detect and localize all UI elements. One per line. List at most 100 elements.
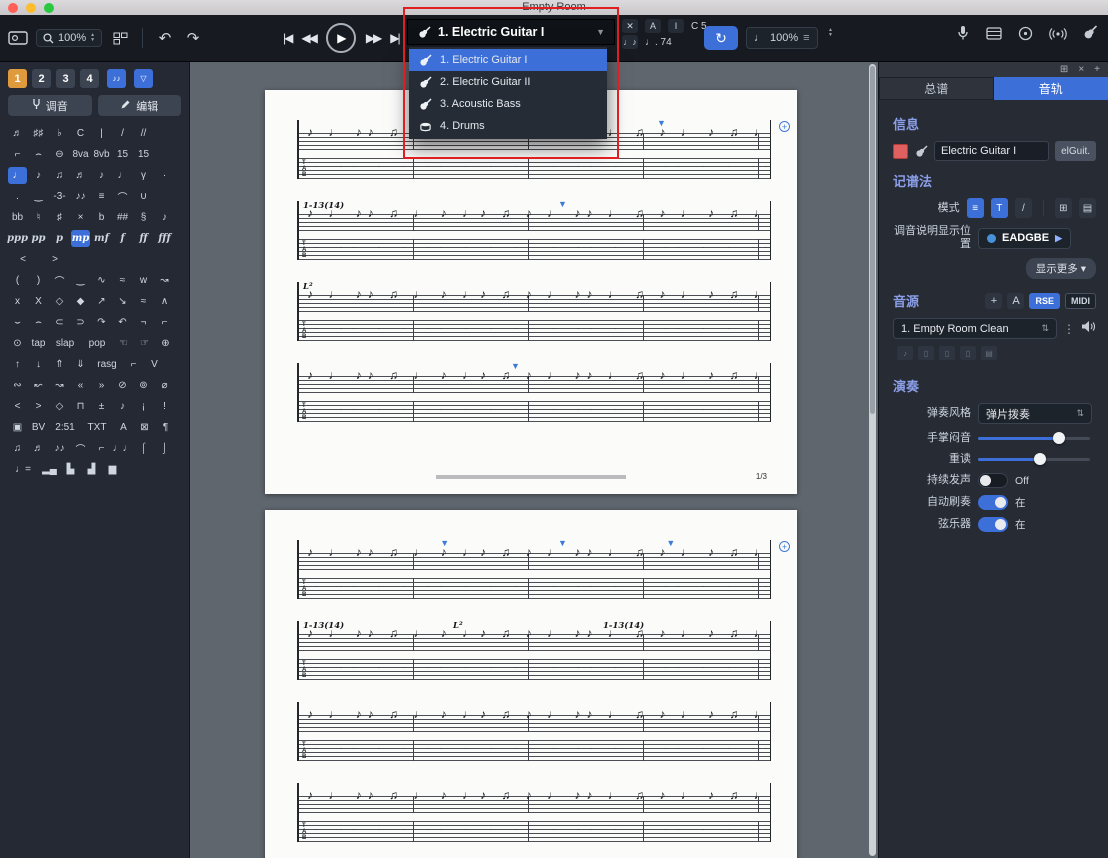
- palette-symbol[interactable]: ‿: [29, 188, 48, 205]
- palette-symbol[interactable]: ×: [71, 209, 90, 226]
- redo-button[interactable]: ↷: [183, 27, 203, 49]
- staff-system[interactable]: ▼♪ ♩ ♪♪ ♫ ♩ ♪ ♩♪ ♫ ♪ ♩ ♪♪ ♩ ♫ ♪ ♩ ♪ ♫ ♩T…: [297, 363, 771, 422]
- palette-symbol[interactable]: ⌣: [8, 314, 27, 331]
- palette-symbol[interactable]: tap: [29, 335, 48, 352]
- palette-symbol[interactable]: ↶: [113, 314, 132, 331]
- score-page[interactable]: ▼▼▼+♪ ♩ ♪♪ ♫ ♩ ♪ ♩♪ ♫ ♪ ♩ ♪♪ ♩ ♫ ♪ ♩ ♪ ♫…: [265, 510, 797, 858]
- palette-symbol[interactable]: !: [155, 398, 174, 415]
- add-sound-button[interactable]: +: [985, 293, 1002, 309]
- slider[interactable]: [978, 431, 1090, 445]
- rse-button[interactable]: RSE: [1029, 293, 1060, 309]
- palette-symbol[interactable]: ⇑: [50, 356, 69, 373]
- palette-symbol[interactable]: -3-: [50, 188, 69, 205]
- score-area[interactable]: ▼+♪ ♩ ♪♪ ♫ ♩ ♪ ♩♪ ♫ ♪ ♩ ♪♪ ♩ ♫ ♪ ♩ ♪ ♫ ♩…: [190, 62, 878, 858]
- line-in-mic-icon[interactable]: [956, 25, 970, 41]
- score-page[interactable]: ▼+♪ ♩ ♪♪ ♫ ♩ ♪ ♩♪ ♫ ♪ ♩ ♪♪ ♩ ♫ ♪ ♩ ♪ ♫ ♩…: [265, 90, 797, 494]
- page-layout-icon[interactable]: [110, 27, 130, 49]
- voice-button[interactable]: 1: [8, 69, 27, 88]
- palette-symbol[interactable]: ↓: [29, 356, 48, 373]
- palette-symbol[interactable]: 15: [134, 146, 153, 163]
- palette-symbol[interactable]: ♩: [113, 167, 132, 184]
- tuning-button[interactable]: EADGBE ▶: [978, 228, 1071, 249]
- palette-symbol[interactable]: >: [29, 398, 48, 415]
- pedal-amp-icon[interactable]: ▤: [981, 346, 997, 360]
- close-panel-icon[interactable]: ×: [1078, 64, 1084, 75]
- palette-symbol[interactable]: /: [113, 125, 132, 142]
- palette-symbol[interactable]: pp: [29, 230, 48, 247]
- palette-symbol[interactable]: ↝: [155, 272, 174, 289]
- insert-marker-icon[interactable]: +: [779, 541, 790, 552]
- palette-symbol[interactable]: ↗: [92, 293, 111, 310]
- palette-symbol[interactable]: bb: [8, 209, 27, 226]
- diagram-button[interactable]: ▤: [1079, 198, 1096, 218]
- palette-symbol[interactable]: ⊓: [71, 398, 90, 415]
- speed-menu-icon[interactable]: ≡: [803, 32, 809, 44]
- standard-notation-button[interactable]: ≡: [967, 198, 984, 218]
- staff-system[interactable]: ♪ ♩ ♪♪ ♫ ♩ ♪ ♩♪ ♫ ♪ ♩ ♪♪ ♩ ♫ ♪ ♩ ♪ ♫ ♩TA…: [297, 702, 771, 761]
- palette-symbol[interactable]: //: [134, 125, 153, 142]
- palette-symbol[interactable]: ♯: [50, 209, 69, 226]
- fast-forward-button[interactable]: ▶▶: [366, 31, 380, 45]
- palette-symbol[interactable]: ⌒: [71, 440, 90, 457]
- vertical-scrollbar[interactable]: [869, 64, 876, 856]
- staff-system[interactable]: 1-13(14)L²1-13(14)♪ ♩ ♪♪ ♫ ♩ ♪ ♩♪ ♫ ♪ ♩ …: [297, 621, 771, 680]
- broadcast-icon[interactable]: [1049, 26, 1067, 40]
- voice-button[interactable]: 2: [32, 69, 51, 88]
- play-style-dropdown[interactable]: 弹片拨奏 ⇅: [978, 403, 1092, 424]
- palette-symbol[interactable]: ↜: [29, 377, 48, 394]
- track-name-input[interactable]: Electric Guitar I: [934, 141, 1049, 161]
- palette-symbol[interactable]: ♬: [8, 125, 27, 142]
- voice-button[interactable]: 3: [56, 69, 75, 88]
- pedal-icon[interactable]: ▯: [918, 346, 934, 360]
- palette-symbol[interactable]: «: [71, 377, 90, 394]
- palette-symbol[interactable]: ♪: [113, 398, 132, 415]
- staff-system[interactable]: L²♪ ♩ ♪♪ ♫ ♩ ♪ ♩♪ ♫ ♪ ♩ ♪♪ ♩ ♫ ♪ ♩ ♪ ♫ ♩…: [297, 282, 771, 341]
- palette-symbol[interactable]: ∧: [155, 293, 174, 310]
- mixer-icon[interactable]: ✕: [622, 19, 638, 33]
- palette-symbol[interactable]: ⌐: [155, 314, 174, 331]
- palette-symbol[interactable]: ♪: [29, 167, 48, 184]
- fretboard-panel-icon[interactable]: [986, 26, 1002, 41]
- palette-button[interactable]: 编辑: [98, 95, 182, 116]
- track-menu-item[interactable]: 2. Electric Guitar II: [409, 71, 607, 93]
- palette-symbol[interactable]: p: [50, 230, 69, 247]
- palette-symbol[interactable]: ⌐: [124, 356, 143, 373]
- palette-symbol[interactable]: ⌐: [8, 146, 27, 163]
- palette-symbol[interactable]: ▆: [103, 461, 122, 478]
- palette-symbol[interactable]: ⌢: [29, 146, 48, 163]
- slider[interactable]: [978, 452, 1090, 466]
- tempo-display[interactable]: ♩. 74: [645, 37, 672, 48]
- palette-symbol[interactable]: (: [8, 272, 27, 289]
- voice-button[interactable]: 4: [80, 69, 99, 88]
- palette-symbol[interactable]: §: [134, 209, 153, 226]
- palette-symbol[interactable]: ♪: [92, 167, 111, 184]
- palette-symbol[interactable]: ♫: [50, 167, 69, 184]
- rewind-button[interactable]: ◀◀: [301, 31, 315, 45]
- palette-symbol[interactable]: ⌒: [50, 272, 69, 289]
- palette-symbol[interactable]: ≡: [92, 188, 111, 205]
- relative-speed-control[interactable]: ♩ 100% ≡: [746, 27, 818, 49]
- tuner-icon[interactable]: [1018, 26, 1033, 41]
- palette-symbol[interactable]: ≈: [113, 272, 132, 289]
- slider-knob[interactable]: [1053, 432, 1065, 444]
- play-button[interactable]: ▶: [326, 23, 356, 53]
- add-panel-icon[interactable]: +: [1094, 64, 1100, 75]
- palette-symbol[interactable]: »: [92, 377, 111, 394]
- speaker-icon[interactable]: [1081, 320, 1096, 338]
- palette-symbol[interactable]: ppp: [8, 230, 27, 247]
- palette-symbol[interactable]: w: [134, 272, 153, 289]
- palette-symbol[interactable]: 15: [113, 146, 132, 163]
- tablature-button[interactable]: T: [991, 198, 1008, 218]
- palette-symbol[interactable]: ff: [134, 230, 153, 247]
- palette-symbol[interactable]: ♫: [8, 440, 27, 457]
- palette-symbol[interactable]: ⊘: [113, 377, 132, 394]
- palette-symbol[interactable]: mf: [92, 230, 111, 247]
- palette-symbol[interactable]: ♪: [155, 209, 174, 226]
- palette-symbol[interactable]: ⊕: [156, 335, 175, 352]
- palette-symbol[interactable]: ##: [113, 209, 132, 226]
- skip-start-button[interactable]: |◀: [283, 31, 291, 45]
- palette-symbol[interactable]: ▙: [61, 461, 80, 478]
- palette-symbol[interactable]: ·: [155, 167, 174, 184]
- chord-grid-button[interactable]: ⊞: [1055, 198, 1072, 218]
- palette-symbol[interactable]: <: [8, 398, 27, 415]
